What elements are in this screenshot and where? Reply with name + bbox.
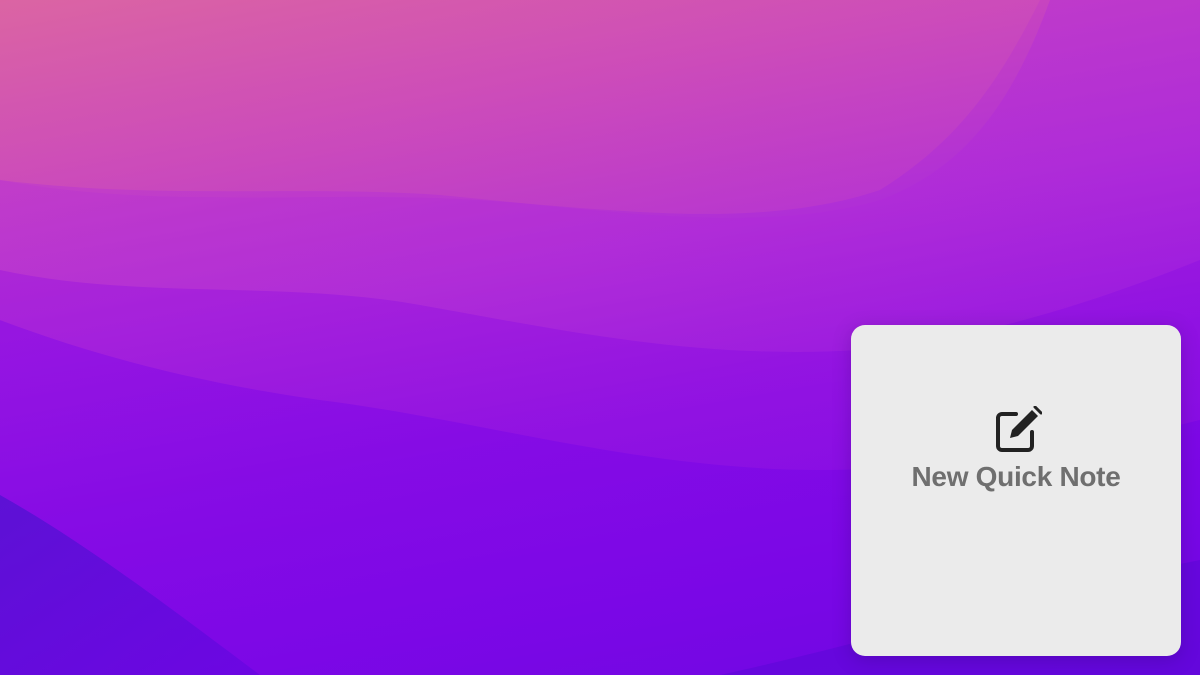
new-quick-note-label[interactable]: New Quick Note bbox=[851, 461, 1181, 493]
compose-note-icon[interactable] bbox=[994, 406, 1042, 454]
